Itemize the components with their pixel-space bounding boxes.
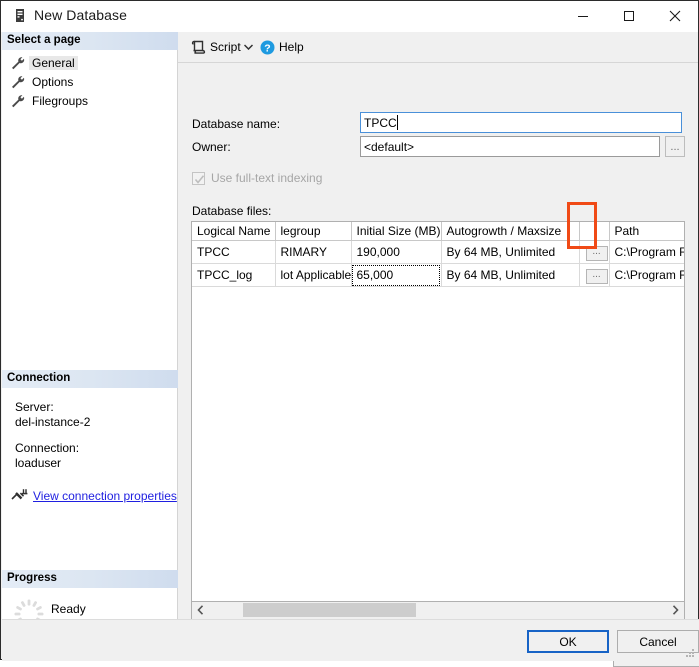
sidebar-item-filegroups[interactable]: Filegroups	[10, 92, 91, 110]
sidebar-item-options[interactable]: Options	[10, 73, 76, 91]
select-a-page-body: General Options Filegroups	[2, 50, 178, 370]
database-files-grid[interactable]: Logical Name legroup Initial Size (MB) A…	[191, 221, 685, 602]
database-name-label: Database name:	[192, 117, 280, 131]
wrench-icon	[10, 56, 26, 70]
sidebar-item-label: Options	[29, 75, 76, 89]
chevron-left-icon[interactable]	[192, 602, 209, 618]
view-connection-properties-row[interactable]: View connection properties	[11, 488, 177, 503]
help-question-icon: ?	[260, 40, 275, 55]
owner-label: Owner:	[192, 140, 231, 154]
dialog-toolbar: Script ? Help	[178, 32, 698, 63]
select-a-page-header: Select a page	[2, 32, 178, 50]
progress-header: Progress	[2, 570, 178, 588]
server-database-icon	[12, 8, 28, 24]
column-header-initial-size[interactable]: Initial Size (MB)	[351, 222, 441, 241]
column-header-autogrowth[interactable]: Autogrowth / Maxsize	[441, 222, 579, 241]
cell-logical-name[interactable]: TPCC_log	[192, 264, 275, 287]
title-bar: New Database	[1, 1, 698, 32]
minimize-icon[interactable]	[560, 1, 606, 30]
use-full-text-indexing-label: Use full-text indexing	[211, 171, 322, 185]
table-row[interactable]: TPCC RIMARY 190,000 By 64 MB, Unlimited …	[192, 241, 685, 264]
cell-filegroup[interactable]: lot Applicable	[275, 264, 351, 287]
server-label: Server:	[15, 400, 54, 414]
path-browse-button[interactable]: ...	[586, 246, 608, 261]
help-label: Help	[279, 40, 304, 54]
column-header-browse[interactable]	[579, 222, 609, 241]
table-header-row: Logical Name legroup Initial Size (MB) A…	[192, 222, 685, 241]
chevron-down-icon[interactable]	[240, 36, 256, 58]
script-label: Script	[210, 40, 241, 54]
general-page-content: Database name: Owner: ... Use full-text …	[178, 63, 698, 619]
left-panel: Select a page General Options	[2, 32, 178, 659]
database-files-table: Logical Name legroup Initial Size (MB) A…	[192, 222, 685, 287]
cell-autogrowth[interactable]: By 64 MB, Unlimited	[441, 241, 579, 264]
cell-initial-size[interactable]: 65,000	[351, 264, 441, 287]
column-header-filegroup[interactable]: legroup	[275, 222, 351, 241]
use-full-text-indexing-checkbox: Use full-text indexing	[192, 171, 322, 185]
cell-logical-name[interactable]: TPCC	[192, 241, 275, 264]
owner-browse-button[interactable]: ...	[665, 136, 685, 157]
dialog-footer: OK Cancel	[2, 619, 699, 661]
column-header-logical-name[interactable]: Logical Name	[192, 222, 275, 241]
owner-input[interactable]	[360, 136, 660, 157]
script-button[interactable]: Script	[186, 36, 245, 58]
database-files-label: Database files:	[192, 204, 271, 218]
close-icon[interactable]	[652, 1, 698, 30]
chevron-right-icon[interactable]	[667, 602, 684, 618]
connection-header: Connection	[2, 370, 178, 388]
table-row[interactable]: TPCC_log lot Applicable 65,000 By 64 MB,…	[192, 264, 685, 287]
grid-horizontal-scrollbar[interactable]	[191, 602, 685, 620]
script-icon	[190, 39, 206, 55]
ok-button[interactable]: OK	[527, 630, 609, 653]
svg-text:?: ?	[264, 42, 270, 54]
connection-label: Connection:	[15, 441, 79, 455]
scrollbar-thumb[interactable]	[243, 603, 416, 617]
new-database-dialog: New Database Select a page General	[0, 0, 699, 660]
sidebar-item-label: Filegroups	[29, 94, 91, 108]
server-value: del-instance-2	[15, 415, 90, 429]
main-panel: Script ? Help Database name: Owner:	[178, 32, 698, 619]
resize-grip[interactable]	[684, 647, 696, 659]
path-browse-button[interactable]: ...	[586, 269, 608, 284]
sidebar-item-general[interactable]: General	[10, 54, 78, 72]
maximize-icon[interactable]	[606, 1, 652, 30]
wrench-icon	[10, 94, 26, 108]
checkbox-box	[192, 172, 205, 185]
connection-body: Server: del-instance-2 Connection: loadu…	[2, 388, 178, 570]
sidebar-item-label: General	[29, 56, 78, 70]
cell-browse: ...	[579, 241, 609, 264]
wrench-icon	[10, 75, 26, 89]
text-caret	[397, 115, 398, 130]
database-name-input[interactable]	[360, 112, 682, 133]
help-button[interactable]: ? Help	[260, 36, 304, 58]
cell-path[interactable]: C:\Program Files\	[609, 264, 685, 287]
view-connection-properties-link[interactable]: View connection properties	[33, 489, 177, 503]
cell-browse: ...	[579, 264, 609, 287]
connection-plug-icon	[11, 488, 28, 503]
window-title: New Database	[34, 7, 127, 23]
progress-status: Ready	[51, 602, 86, 616]
cell-autogrowth[interactable]: By 64 MB, Unlimited	[441, 264, 579, 287]
column-header-path[interactable]: Path	[609, 222, 685, 241]
cell-initial-size[interactable]: 190,000	[351, 241, 441, 264]
cell-filegroup[interactable]: RIMARY	[275, 241, 351, 264]
connection-value: loaduser	[15, 456, 61, 470]
cell-path[interactable]: C:\Program Files\	[609, 241, 685, 264]
